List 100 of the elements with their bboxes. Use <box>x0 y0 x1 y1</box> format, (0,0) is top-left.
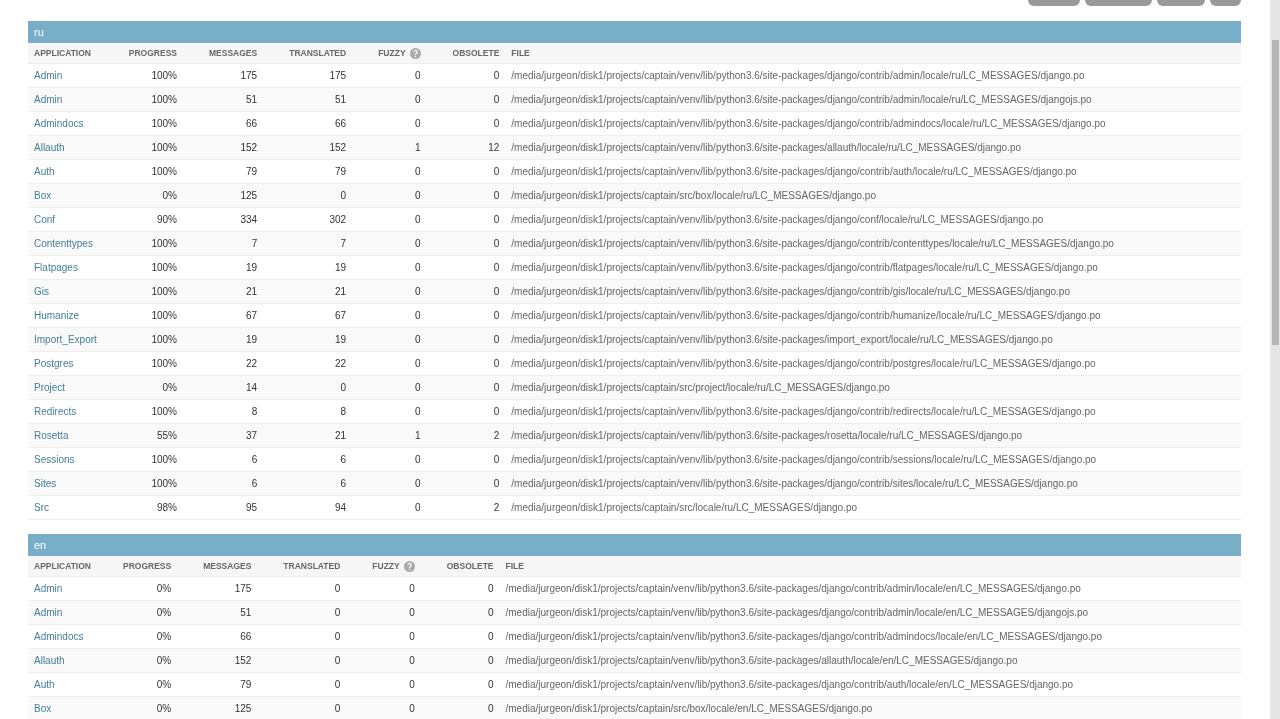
table-cell: 0 <box>409 703 415 714</box>
table-cell: 55% <box>157 430 177 441</box>
application-link[interactable]: Box <box>34 703 52 714</box>
table-cell: 0 <box>415 166 421 177</box>
table-cell: 0 <box>340 190 347 201</box>
table-cell: 100% <box>151 334 177 345</box>
file-path: /media/jurgeon/disk1/projects/captain/venv/lib/python3.6/site-packages/django/contrib/sites/locale/ru/LC_MESSAGES/django.po <box>511 478 1078 489</box>
table-cell: 0 <box>415 310 421 321</box>
column-header: OBSOLETE <box>446 561 494 571</box>
table-cell: 2 <box>493 502 500 513</box>
toolbar-button[interactable] <box>1210 0 1241 6</box>
column-header: MESSAGES <box>209 48 258 58</box>
application-link[interactable]: Admin <box>34 94 63 105</box>
table-cell: 100% <box>151 166 177 177</box>
column-header: FILE <box>505 561 524 571</box>
table-cell: 100% <box>151 454 177 465</box>
file-path: /media/jurgeon/disk1/projects/captain/venv/lib/python3.6/site-packages/django/contrib/sessions/locale/ru/LC_MESSAGES/django.po <box>511 454 1097 465</box>
application-link[interactable]: Redirects <box>34 406 77 417</box>
column-header: PROGRESS <box>128 48 177 58</box>
table-cell: 0 <box>493 334 500 345</box>
help-icon[interactable] <box>403 560 415 572</box>
table-cell: 0 <box>493 454 500 465</box>
application-link[interactable]: Admin <box>34 583 63 594</box>
application-link[interactable]: Flatpages <box>34 262 78 273</box>
table-cell: 175 <box>329 70 347 81</box>
table-cell: 8 <box>340 406 347 417</box>
application-link[interactable]: Admindocs <box>34 118 84 129</box>
table-cell: 0% <box>156 607 172 618</box>
file-path: /media/jurgeon/disk1/projects/captain/venv/lib/python3.6/site-packages/django/contrib/admindocs/locale/ru/LC_MESSAGES/django.po <box>511 118 1106 129</box>
application-link[interactable]: Src <box>34 502 49 513</box>
scrollbar[interactable] <box>1270 0 1280 719</box>
table-cell: 100% <box>151 238 177 249</box>
application-link[interactable]: Project <box>34 382 66 393</box>
application-link[interactable]: Auth <box>34 679 55 690</box>
column-header: FILE <box>511 48 530 58</box>
table-cell: 0 <box>487 607 494 618</box>
table-cell: 0 <box>493 94 500 105</box>
column-header: TRANSLATED <box>289 48 347 58</box>
table-cell: 0 <box>415 70 421 81</box>
application-link[interactable]: Humanize <box>34 310 80 321</box>
column-header: APPLICATION <box>34 48 91 58</box>
table-cell: 0 <box>415 358 421 369</box>
table-cell: 0 <box>415 238 421 249</box>
file-path: /media/jurgeon/disk1/projects/captain/src/box/locale/ru/LC_MESSAGES/django.po <box>511 190 876 201</box>
file-path: /media/jurgeon/disk1/projects/captain/venv/lib/python3.6/site-packages/django/contrib/auth/locale/en/LC_MESSAGES/django.po <box>505 679 1074 690</box>
table-cell: 100% <box>151 358 177 369</box>
table-cell: 0 <box>493 262 500 273</box>
application-link[interactable]: Admindocs <box>34 631 84 642</box>
application-link[interactable]: Contenttypes <box>34 238 93 249</box>
toolbar-button[interactable] <box>1028 0 1080 6</box>
table-cell: 21 <box>335 430 347 441</box>
table-cell: 100% <box>151 94 177 105</box>
application-link[interactable]: Sessions <box>34 454 75 465</box>
table-cell: 0 <box>493 478 500 489</box>
table-cell: 6 <box>340 478 347 489</box>
table-cell: 0 <box>415 94 421 105</box>
table-cell: 0 <box>415 478 421 489</box>
table-cell: 0% <box>162 190 177 201</box>
table-cell: 0 <box>415 190 421 201</box>
table-cell: 0 <box>415 214 421 225</box>
toolbar-button[interactable] <box>1157 0 1205 6</box>
file-path: /media/jurgeon/disk1/projects/captain/venv/lib/python3.6/site-packages/import_export/locale/ru/LC_MESSAGES/django.po <box>511 334 1053 345</box>
application-link[interactable]: Sites <box>34 478 57 489</box>
application-link[interactable]: Import_Export <box>34 334 97 345</box>
help-icon[interactable] <box>409 47 421 59</box>
table-cell: 0 <box>487 703 494 714</box>
application-link[interactable]: Allauth <box>34 655 65 666</box>
table-cell: 175 <box>240 70 258 81</box>
table-cell: 6 <box>251 454 258 465</box>
table-cell: 0 <box>493 310 500 321</box>
table-cell: 0 <box>334 607 341 618</box>
table-cell: 152 <box>240 142 258 153</box>
column-header: FUZZY <box>378 48 406 58</box>
application-link[interactable]: Gis <box>34 286 49 297</box>
table-cell: 6 <box>340 454 347 465</box>
application-link[interactable]: Auth <box>34 166 55 177</box>
application-link[interactable]: Rosetta <box>34 430 69 441</box>
application-link[interactable]: Admin <box>34 70 63 81</box>
table-cell: 79 <box>335 166 347 177</box>
file-path: /media/jurgeon/disk1/projects/captain/venv/lib/python3.6/site-packages/django/conf/locale/ru/LC_MESSAGES/django.po <box>511 214 1044 225</box>
toolbar-button[interactable] <box>1085 0 1152 6</box>
table-cell: 0 <box>493 214 500 225</box>
application-link[interactable]: Allauth <box>34 142 65 153</box>
table-cell: 95 <box>246 502 258 513</box>
application-link[interactable]: Conf <box>34 214 56 225</box>
table-cell: 0 <box>415 262 421 273</box>
table-cell: 19 <box>335 262 347 273</box>
language-header: ru <box>28 21 1241 43</box>
table-cell: 0% <box>156 703 172 714</box>
column-header: APPLICATION <box>34 561 91 571</box>
application-link[interactable]: Admin <box>34 607 63 618</box>
file-path: /media/jurgeon/disk1/projects/captain/venv/lib/python3.6/site-packages/django/contrib/gis/locale/ru/LC_MESSAGES/django.po <box>511 286 1070 297</box>
application-link[interactable]: Box <box>34 190 52 201</box>
table-cell: 7 <box>251 238 258 249</box>
table-cell: 100% <box>151 406 177 417</box>
table-cell: 0 <box>493 118 500 129</box>
application-link[interactable]: Postgres <box>34 358 74 369</box>
table-cell: 19 <box>335 334 347 345</box>
file-path: /media/jurgeon/disk1/projects/captain/venv/lib/python3.6/site-packages/django/contrib/postgres/locale/ru/LC_MESSAGES/django.po <box>511 358 1096 369</box>
column-header: PROGRESS <box>123 561 172 571</box>
